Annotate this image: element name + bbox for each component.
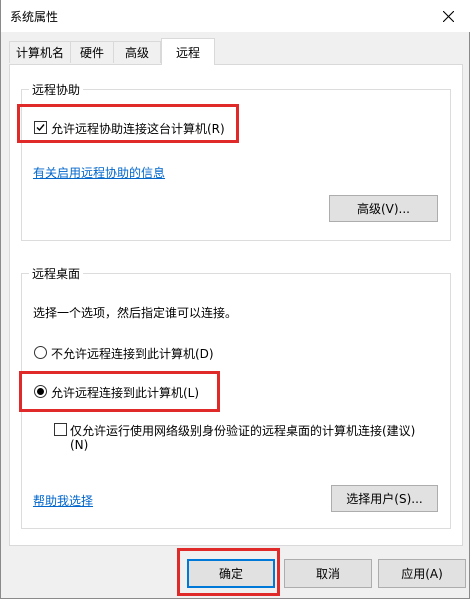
apply-button[interactable]: 应用(A)	[378, 559, 466, 588]
nla-only-label-line2[interactable]: (N)	[70, 438, 88, 452]
tab-computer-name[interactable]: 计算机名	[9, 41, 71, 63]
ok-button[interactable]: 确定	[187, 559, 275, 588]
advanced-button[interactable]: 高级(V)...	[329, 195, 438, 222]
system-properties-window: 系统属性 计算机名 硬件 高级 远程 远程协助 允许远程协助连接这台计算机(R)…	[0, 0, 470, 599]
checkmark-icon	[36, 124, 45, 132]
disallow-remote-radio[interactable]	[34, 346, 47, 359]
allow-remote-assistance-label[interactable]: 允许远程协助连接这台计算机(R)	[51, 120, 225, 137]
remote-assistance-title: 远程协助	[29, 81, 84, 98]
allow-remote-radio[interactable]	[34, 385, 47, 398]
allow-remote-assistance-checkbox[interactable]	[34, 121, 47, 134]
remote-desktop-instruction: 选择一个选项，然后指定谁可以连接。	[33, 306, 238, 320]
nla-only-checkbox[interactable]	[54, 423, 67, 436]
remote-desktop-title: 远程桌面	[29, 265, 84, 282]
help-me-choose-link[interactable]: 帮助我选择	[33, 492, 93, 509]
remote-assistance-info-link[interactable]: 有关启用远程协助的信息	[33, 164, 165, 181]
tab-hardware[interactable]: 硬件	[70, 41, 114, 63]
title-bar: 系统属性	[1, 0, 470, 32]
allow-remote-label[interactable]: 允许远程连接到此计算机(L)	[51, 384, 199, 401]
select-users-button[interactable]: 选择用户(S)...	[331, 485, 438, 512]
window-title: 系统属性	[10, 10, 59, 24]
nla-only-label-line1[interactable]: 仅允许运行使用网络级别身份验证的远程桌面的计算机连接(建议)	[70, 422, 415, 439]
close-icon	[442, 10, 454, 22]
tab-remote[interactable]: 远程	[161, 38, 215, 65]
disallow-remote-label[interactable]: 不允许远程连接到此计算机(D)	[51, 345, 214, 362]
tab-advanced[interactable]: 高级	[113, 41, 161, 63]
cancel-button[interactable]: 取消	[284, 559, 372, 588]
radio-selected-dot	[37, 388, 44, 395]
close-button[interactable]	[425, 0, 470, 32]
